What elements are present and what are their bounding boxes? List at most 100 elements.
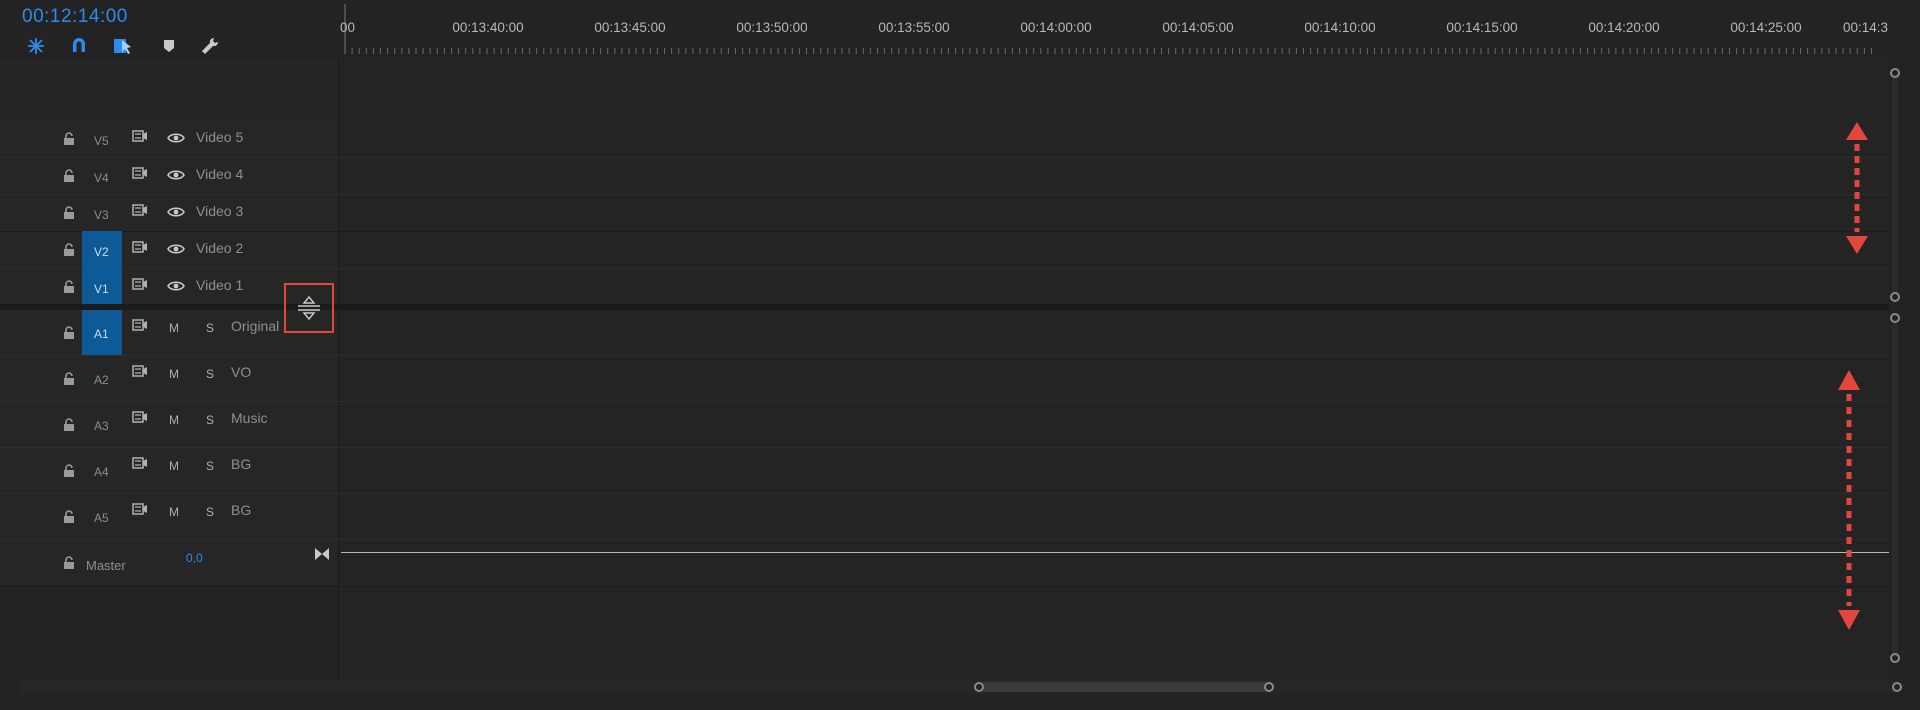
ruler-label: 00:13:55:00 (878, 20, 950, 35)
lock-icon[interactable] (62, 510, 76, 524)
magnet-icon[interactable] (67, 34, 91, 58)
video-track-v5[interactable]: V5 Video 5 (0, 120, 338, 157)
track-id[interactable]: A2 (94, 373, 109, 387)
eye-icon[interactable] (167, 132, 185, 144)
vscroll-knob[interactable] (1890, 313, 1900, 323)
vscroll-knob[interactable] (1890, 653, 1900, 663)
track-id[interactable]: V5 (94, 134, 109, 148)
lock-icon[interactable] (62, 280, 76, 294)
track-label[interactable]: Video 3 (196, 203, 243, 219)
solo-button[interactable]: S (206, 459, 214, 473)
lock-icon[interactable] (62, 556, 76, 570)
ruler-label: 00:14:20:00 (1588, 20, 1660, 35)
track-id[interactable]: A3 (94, 419, 109, 433)
ruler-label: 00 (340, 20, 356, 35)
ruler-label: 00:13:45:00 (594, 20, 666, 35)
track-label[interactable]: Original (231, 318, 279, 334)
hscroll-thumb[interactable] (980, 682, 1270, 692)
sync-lock-icon[interactable] (132, 502, 148, 516)
time-ruler[interactable]: 00 00:13:40:00 00:13:45:00 00:13:50:00 00:13… (340, 0, 1890, 58)
mute-button[interactable]: M (169, 505, 179, 519)
vscroll-knob[interactable] (1890, 68, 1900, 78)
audio-vscroll-track[interactable] (1892, 322, 1898, 662)
video-vscroll-track[interactable] (1892, 76, 1898, 298)
eye-icon[interactable] (167, 206, 185, 218)
sync-lock-icon[interactable] (132, 203, 148, 217)
eye-icon[interactable] (167, 280, 185, 292)
audio-arrow-annotation (1838, 370, 1860, 630)
audio-track-a5[interactable]: A5 M S BG (0, 494, 338, 540)
track-resize-icon[interactable] (296, 295, 322, 321)
track-id[interactable]: V2 (94, 245, 109, 259)
lock-icon[interactable] (62, 169, 76, 183)
track-label[interactable]: Video 4 (196, 166, 243, 182)
master-level[interactable]: 0,0 (186, 551, 203, 565)
audio-track-a4[interactable]: A4 M S BG (0, 448, 338, 494)
track-label[interactable]: VO (231, 364, 251, 380)
wrench-icon[interactable] (198, 34, 222, 58)
track-id[interactable]: V4 (94, 171, 109, 185)
sync-lock-icon[interactable] (132, 277, 148, 291)
video-track-v2[interactable]: V2 Video 2 (0, 231, 338, 268)
track-id[interactable]: A1 (94, 327, 109, 341)
linked-selection-icon[interactable] (111, 34, 135, 58)
mute-button[interactable]: M (169, 367, 179, 381)
sync-lock-icon[interactable] (132, 410, 148, 424)
audio-track-a3[interactable]: A3 M S Music (0, 402, 338, 448)
video-track-v3[interactable]: V3 Video 3 (0, 194, 338, 231)
bowtie-icon[interactable] (314, 547, 330, 561)
eye-icon[interactable] (167, 243, 185, 255)
ruler-label: 00:14:15:00 (1446, 20, 1518, 35)
track-divider (0, 539, 1889, 540)
sync-lock-icon[interactable] (132, 129, 148, 143)
sync-lock-icon[interactable] (132, 364, 148, 378)
header-spacer (0, 58, 338, 120)
eye-icon[interactable] (167, 169, 185, 181)
track-id[interactable]: A5 (94, 511, 109, 525)
solo-button[interactable]: S (206, 321, 214, 335)
lock-icon[interactable] (62, 132, 76, 146)
solo-button[interactable]: S (206, 413, 214, 427)
marker-icon[interactable] (157, 34, 181, 58)
track-label[interactable]: Video 2 (196, 240, 243, 256)
solo-button[interactable]: S (206, 505, 214, 519)
ruler-label: 00:13:40:00 (452, 20, 524, 35)
track-id[interactable]: A4 (94, 465, 109, 479)
lock-icon[interactable] (62, 206, 76, 220)
track-label[interactable]: BG (231, 502, 251, 518)
solo-button[interactable]: S (206, 367, 214, 381)
sync-lock-icon[interactable] (132, 318, 148, 332)
track-label[interactable]: Video 5 (196, 129, 243, 145)
video-arrow-annotation (1846, 122, 1868, 254)
sync-lock-icon[interactable] (132, 240, 148, 254)
hscroll-track[interactable] (18, 680, 1898, 694)
track-label[interactable]: BG (231, 456, 251, 472)
hscroll-knob-end[interactable] (1892, 682, 1902, 692)
playhead-timecode[interactable]: 00:12:14:00 (22, 6, 128, 28)
lock-icon[interactable] (62, 418, 76, 432)
lock-icon[interactable] (62, 243, 76, 257)
master-volume-line (341, 552, 1889, 553)
snap-icon[interactable] (24, 34, 48, 58)
hscroll-knob-left[interactable] (974, 682, 984, 692)
master-track: Master 0,0 (0, 542, 338, 588)
hscroll-knob-right[interactable] (1264, 682, 1274, 692)
lock-icon[interactable] (62, 464, 76, 478)
mute-button[interactable]: M (169, 459, 179, 473)
vscroll-knob[interactable] (1890, 292, 1900, 302)
video-track-v4[interactable]: V4 Video 4 (0, 157, 338, 194)
lock-icon[interactable] (62, 372, 76, 386)
track-id[interactable]: V1 (94, 282, 109, 296)
mute-button[interactable]: M (169, 321, 179, 335)
track-id[interactable]: V3 (94, 208, 109, 222)
sync-lock-icon[interactable] (132, 456, 148, 470)
track-label[interactable]: Video 1 (196, 277, 243, 293)
ruler-label: 00:14:25:00 (1730, 20, 1802, 35)
track-label[interactable]: Music (231, 410, 268, 426)
lock-icon[interactable] (62, 326, 76, 340)
audio-track-a2[interactable]: A2 M S VO (0, 356, 338, 402)
ruler-label: 00:14:00:00 (1020, 20, 1092, 35)
sync-lock-icon[interactable] (132, 166, 148, 180)
ruler-label: 00:14:05:00 (1162, 20, 1234, 35)
mute-button[interactable]: M (169, 413, 179, 427)
